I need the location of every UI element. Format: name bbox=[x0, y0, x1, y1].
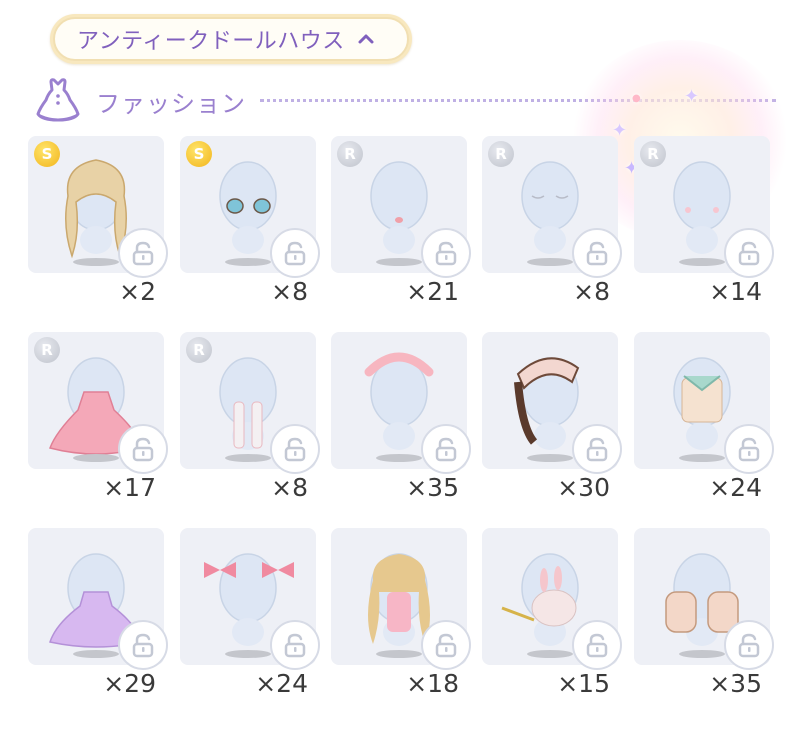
unlock-button[interactable] bbox=[421, 424, 471, 474]
item-shadow bbox=[376, 650, 422, 658]
item-count: ×24 bbox=[255, 669, 308, 698]
padlock-open-icon bbox=[586, 241, 608, 266]
fashion-item-card[interactable] bbox=[634, 332, 774, 474]
item-count: ×21 bbox=[406, 277, 459, 306]
item-shadow bbox=[376, 454, 422, 462]
unlock-button[interactable] bbox=[724, 228, 774, 278]
item-shadow bbox=[679, 258, 725, 266]
item-count: ×17 bbox=[103, 473, 156, 502]
padlock-open-icon bbox=[738, 241, 760, 266]
item-shadow bbox=[225, 454, 271, 462]
padlock-open-icon bbox=[586, 633, 608, 658]
fashion-item-card[interactable] bbox=[180, 528, 320, 670]
fashion-item-card[interactable] bbox=[28, 528, 168, 670]
rarity-badge: S bbox=[186, 141, 212, 167]
collection-title: アンティークドールハウス bbox=[77, 29, 345, 54]
padlock-open-icon bbox=[738, 437, 760, 462]
unlock-button[interactable] bbox=[724, 620, 774, 670]
fashion-item-card[interactable]: R bbox=[482, 136, 622, 278]
dress-icon bbox=[36, 78, 80, 122]
unlock-button[interactable] bbox=[118, 620, 168, 670]
item-shadow bbox=[73, 650, 119, 658]
item-count: ×30 bbox=[557, 473, 610, 502]
chevron-up-icon bbox=[358, 34, 374, 44]
item-shadow bbox=[527, 650, 573, 658]
padlock-open-icon bbox=[435, 633, 457, 658]
item-shadow bbox=[376, 258, 422, 266]
fashion-item-card[interactable]: R bbox=[331, 136, 471, 278]
item-shadow bbox=[225, 258, 271, 266]
rarity-badge: R bbox=[640, 141, 666, 167]
rarity-badge: R bbox=[488, 141, 514, 167]
item-count: ×35 bbox=[406, 473, 459, 502]
item-count: ×2 bbox=[119, 277, 156, 306]
unlock-button[interactable] bbox=[421, 620, 471, 670]
fashion-item-card[interactable] bbox=[331, 528, 471, 670]
item-shadow bbox=[679, 454, 725, 462]
padlock-open-icon bbox=[586, 437, 608, 462]
fashion-item-card[interactable]: S bbox=[180, 136, 320, 278]
item-count: ×14 bbox=[709, 277, 762, 306]
item-count: ×18 bbox=[406, 669, 459, 698]
item-count: ×8 bbox=[573, 277, 610, 306]
unlock-button[interactable] bbox=[421, 228, 471, 278]
fashion-item-card[interactable]: R bbox=[634, 136, 774, 278]
unlock-button[interactable] bbox=[724, 424, 774, 474]
item-count: ×8 bbox=[271, 277, 308, 306]
padlock-open-icon bbox=[435, 437, 457, 462]
unlock-button[interactable] bbox=[270, 424, 320, 474]
fashion-item-card[interactable]: R bbox=[180, 332, 320, 474]
sparkle-icon: ✦ bbox=[684, 86, 700, 107]
item-count: ×8 bbox=[271, 473, 308, 502]
item-count: ×15 bbox=[557, 669, 610, 698]
item-count: ×29 bbox=[103, 669, 156, 698]
section-title: ファッション bbox=[96, 90, 246, 118]
padlock-open-icon bbox=[284, 437, 306, 462]
unlock-button[interactable] bbox=[572, 424, 622, 474]
item-shadow bbox=[527, 258, 573, 266]
padlock-open-icon bbox=[132, 633, 154, 658]
fashion-item-card[interactable] bbox=[482, 528, 622, 670]
item-count: ×24 bbox=[709, 473, 762, 502]
collection-selector[interactable]: アンティークドールハウス bbox=[50, 14, 412, 64]
sparkle-icon: ● bbox=[632, 93, 641, 104]
rarity-badge: R bbox=[186, 337, 212, 363]
padlock-open-icon bbox=[132, 241, 154, 266]
item-shadow bbox=[679, 650, 725, 658]
rarity-badge: R bbox=[34, 337, 60, 363]
item-count: ×35 bbox=[709, 669, 762, 698]
fashion-item-card[interactable] bbox=[331, 332, 471, 474]
unlock-button[interactable] bbox=[270, 620, 320, 670]
padlock-open-icon bbox=[284, 241, 306, 266]
fashion-item-card[interactable] bbox=[634, 528, 774, 670]
rarity-badge: S bbox=[34, 141, 60, 167]
fashion-item-card[interactable]: S bbox=[28, 136, 168, 278]
padlock-open-icon bbox=[435, 241, 457, 266]
item-shadow bbox=[73, 258, 119, 266]
unlock-button[interactable] bbox=[118, 228, 168, 278]
unlock-button[interactable] bbox=[572, 228, 622, 278]
padlock-open-icon bbox=[132, 437, 154, 462]
unlock-button[interactable] bbox=[118, 424, 168, 474]
padlock-open-icon bbox=[284, 633, 306, 658]
item-shadow bbox=[225, 650, 271, 658]
padlock-open-icon bbox=[738, 633, 760, 658]
fashion-item-card[interactable]: R bbox=[28, 332, 168, 474]
item-shadow bbox=[527, 454, 573, 462]
item-shadow bbox=[73, 454, 119, 462]
unlock-button[interactable] bbox=[572, 620, 622, 670]
rarity-badge: R bbox=[337, 141, 363, 167]
unlock-button[interactable] bbox=[270, 228, 320, 278]
fashion-item-card[interactable] bbox=[482, 332, 622, 474]
